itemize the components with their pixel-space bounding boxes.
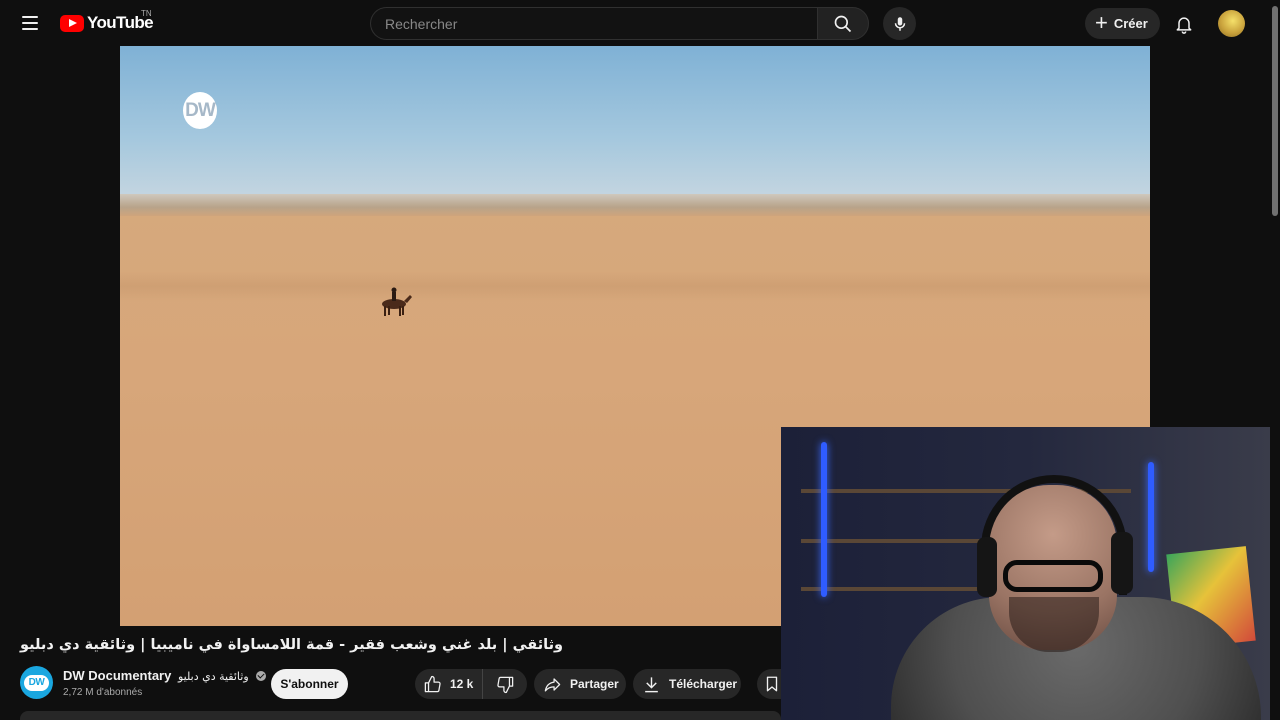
channel-name: DW Documentary bbox=[63, 668, 172, 683]
channel-name-link[interactable]: DW Documentary وثائقية دي دبليو bbox=[63, 668, 267, 683]
top-bar: YouTube TN + Créer bbox=[0, 0, 1280, 46]
download-icon bbox=[645, 676, 658, 692]
mic-icon bbox=[894, 16, 905, 31]
menu-icon[interactable] bbox=[14, 7, 46, 39]
scrollbar-thumb[interactable] bbox=[1272, 6, 1278, 216]
page-scrollbar[interactable] bbox=[1270, 0, 1280, 720]
youtube-play-icon bbox=[60, 14, 84, 32]
subscribe-button[interactable]: S'abonner bbox=[271, 669, 348, 699]
download-label: Télécharger bbox=[669, 677, 738, 691]
search-bar bbox=[370, 7, 869, 40]
search-button[interactable] bbox=[817, 7, 869, 40]
headphones-right-cup bbox=[1111, 532, 1133, 594]
like-dislike-group: 12 k bbox=[415, 669, 527, 699]
dw-overlay-logo: DW bbox=[183, 92, 249, 130]
account-avatar[interactable] bbox=[1218, 10, 1245, 37]
save-button[interactable] bbox=[757, 669, 781, 699]
channel-avatar[interactable]: DW bbox=[20, 666, 53, 699]
like-count: 12 k bbox=[450, 677, 474, 691]
share-label: Partager bbox=[570, 677, 619, 691]
bell-icon bbox=[1176, 16, 1191, 34]
webcam-led-strip bbox=[1148, 462, 1154, 572]
horse-rider bbox=[382, 287, 412, 316]
video-horizon bbox=[120, 194, 1150, 216]
plus-icon: + bbox=[1095, 9, 1108, 35]
notifications-button[interactable] bbox=[1168, 8, 1199, 39]
channel-name-arabic: وثائقية دي دبليو bbox=[177, 670, 249, 683]
create-button[interactable]: + Créer bbox=[1085, 8, 1160, 39]
dislike-button[interactable] bbox=[483, 669, 527, 699]
youtube-logo[interactable]: YouTube TN bbox=[60, 9, 154, 34]
thumbs-down-icon bbox=[496, 676, 513, 693]
video-title: وثائقي | بلد غني وشعب فقير - قمة اللامسا… bbox=[20, 637, 564, 653]
download-button[interactable]: Télécharger bbox=[633, 669, 741, 699]
verified-icon bbox=[256, 671, 267, 681]
share-button[interactable]: Partager bbox=[534, 669, 626, 699]
subscriber-count: 2,72 M d'abonnés bbox=[63, 687, 143, 698]
webcam-led-strip bbox=[821, 442, 827, 597]
like-button[interactable]: 12 k bbox=[415, 669, 483, 699]
search-input[interactable] bbox=[370, 7, 817, 40]
voice-search-button[interactable] bbox=[883, 7, 916, 40]
thumbs-up-icon bbox=[424, 675, 441, 692]
description-box[interactable] bbox=[20, 711, 781, 720]
share-icon bbox=[544, 677, 561, 691]
headphones-left-cup bbox=[977, 537, 997, 597]
dw-logo-mark: DW bbox=[183, 92, 217, 129]
video-dune bbox=[120, 271, 1150, 301]
logo-region: TN bbox=[141, 9, 152, 18]
search-icon bbox=[834, 15, 852, 32]
bookmark-icon bbox=[766, 676, 778, 692]
webcam-overlay bbox=[781, 427, 1270, 720]
video-sky bbox=[120, 46, 1150, 201]
create-label: Créer bbox=[1113, 16, 1148, 31]
channel-avatar-logo: DW bbox=[24, 674, 49, 691]
